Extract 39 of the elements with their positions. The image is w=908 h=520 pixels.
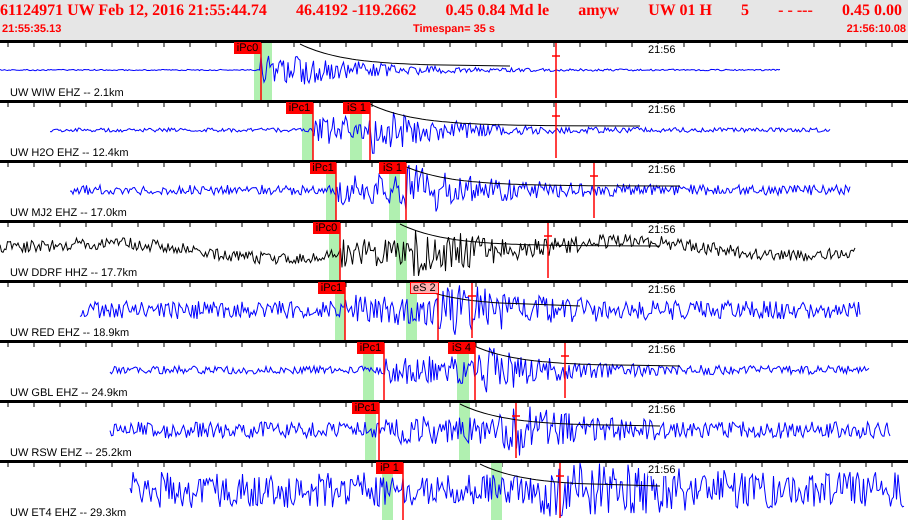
channel-label: UW RSW EHZ -- 25.2km (10, 447, 132, 459)
channel-label: UW GBL EHZ -- 24.9km (10, 387, 128, 399)
pick-label[interactable]: iS 1 (379, 162, 406, 174)
pick-label[interactable]: eS 2 (410, 282, 439, 294)
time-mark: 21:56 (648, 344, 676, 356)
channel-label: UW WIW EHZ -- 2.1km (10, 87, 124, 99)
pick-label[interactable]: iP 1 (376, 462, 403, 474)
event-info: 5 (741, 2, 750, 21)
pick-label[interactable]: iS 1 (343, 102, 370, 114)
time-mark: 21:56 (648, 404, 676, 416)
event-info: 61124971 UW Feb 12, 2016 21:55:44.74 (0, 2, 267, 21)
channel-label: UW H2O EHZ -- 12.4km (10, 147, 129, 159)
time-mark: 21:56 (648, 164, 676, 176)
time-mark: 21:56 (648, 44, 676, 56)
pick-label[interactable]: iPc1 (286, 102, 313, 114)
pick-label[interactable]: iPc1 (357, 342, 384, 354)
pick-label[interactable]: iPc0 (234, 42, 261, 54)
end-time: 21:56:10.08 (846, 23, 906, 35)
time-mark: 21:56 (648, 464, 676, 476)
channel-label: UW MJ2 EHZ -- 17.0km (10, 207, 127, 219)
event-info: 46.4192 -119.2662 (296, 2, 416, 21)
channel-label: UW RED EHZ -- 18.9km (10, 327, 130, 339)
event-info: amyw (578, 2, 620, 21)
pick-label[interactable]: iPc1 (318, 282, 345, 294)
pick-label[interactable]: iPc1 (310, 162, 336, 174)
event-info: 0.45 0.84 Md le (446, 2, 550, 21)
pick-label[interactable]: iPc0 (313, 222, 340, 234)
pick-label[interactable]: iS 4 (448, 342, 475, 354)
event-info: 0.45 0.00 (842, 2, 902, 21)
start-time: 21:55:35.13 (2, 23, 62, 35)
event-info: - - --- (778, 2, 813, 21)
channel-label: UW ET4 EHZ -- 29.3km (10, 507, 126, 519)
time-mark: 21:56 (648, 104, 676, 116)
time-mark: 21:56 (648, 284, 676, 296)
channel-label: UW DDRF HHZ -- 17.7km (10, 267, 138, 279)
time-mark: 21:56 (648, 224, 676, 236)
event-info: UW 01 H (648, 2, 712, 21)
timespan-label: Timespan= 35 s (412, 23, 496, 35)
pick-label[interactable]: iPc1 (352, 402, 379, 414)
